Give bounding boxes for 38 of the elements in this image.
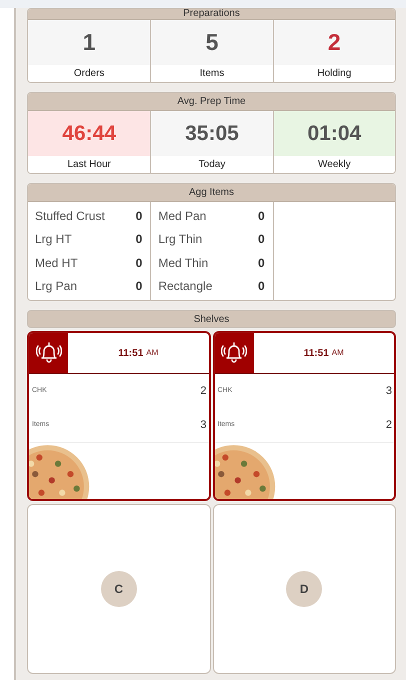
- panel-header: Shelves: [27, 310, 396, 328]
- row-value: 2: [386, 418, 392, 433]
- stat-label: Orders: [28, 65, 150, 82]
- item-count: 0: [136, 278, 142, 296]
- item-name: Lrg Thin: [158, 231, 202, 248]
- stat-value: 35:05: [151, 111, 273, 156]
- panel-header: Avg. Prep Time: [28, 93, 395, 111]
- stat-value: 01:04: [274, 111, 395, 156]
- order-time: 11:51: [118, 346, 144, 360]
- item-name: Lrg HT: [35, 231, 72, 248]
- row-value: 2: [200, 384, 206, 399]
- panel-header: Preparations: [28, 9, 395, 20]
- item-count: 0: [136, 231, 142, 248]
- row-value: 3: [386, 384, 392, 399]
- time-meridiem: AM: [146, 347, 158, 359]
- stat-label: Last Hour: [28, 156, 150, 173]
- item-count: 0: [258, 208, 265, 225]
- item-count: 0: [258, 231, 265, 248]
- item-count: 0: [136, 254, 142, 272]
- item-count: 0: [258, 278, 265, 296]
- item-name: Med HT: [35, 254, 78, 272]
- stat-value: 46:44: [28, 111, 150, 156]
- stat-value: 2: [274, 20, 395, 65]
- time-meridiem: AM: [332, 347, 344, 359]
- item-name: Rectangle: [158, 278, 212, 296]
- stat-value: 1: [28, 20, 150, 65]
- item-count: 0: [258, 254, 265, 272]
- item-name: Med Thin: [158, 254, 208, 272]
- panel-header: Agg Items: [28, 184, 395, 202]
- item-name: Lrg Pan: [35, 278, 78, 296]
- item-name: Med Pan: [158, 208, 206, 225]
- item-count: 0: [136, 208, 142, 225]
- slot-letter[interactable]: D: [286, 571, 322, 607]
- row-value: 3: [200, 418, 206, 433]
- slot-letter[interactable]: C: [100, 571, 137, 607]
- stat-value: 5: [151, 20, 273, 65]
- item-name: Stuffed Crust: [35, 208, 105, 225]
- order-time: 11:51: [304, 346, 329, 360]
